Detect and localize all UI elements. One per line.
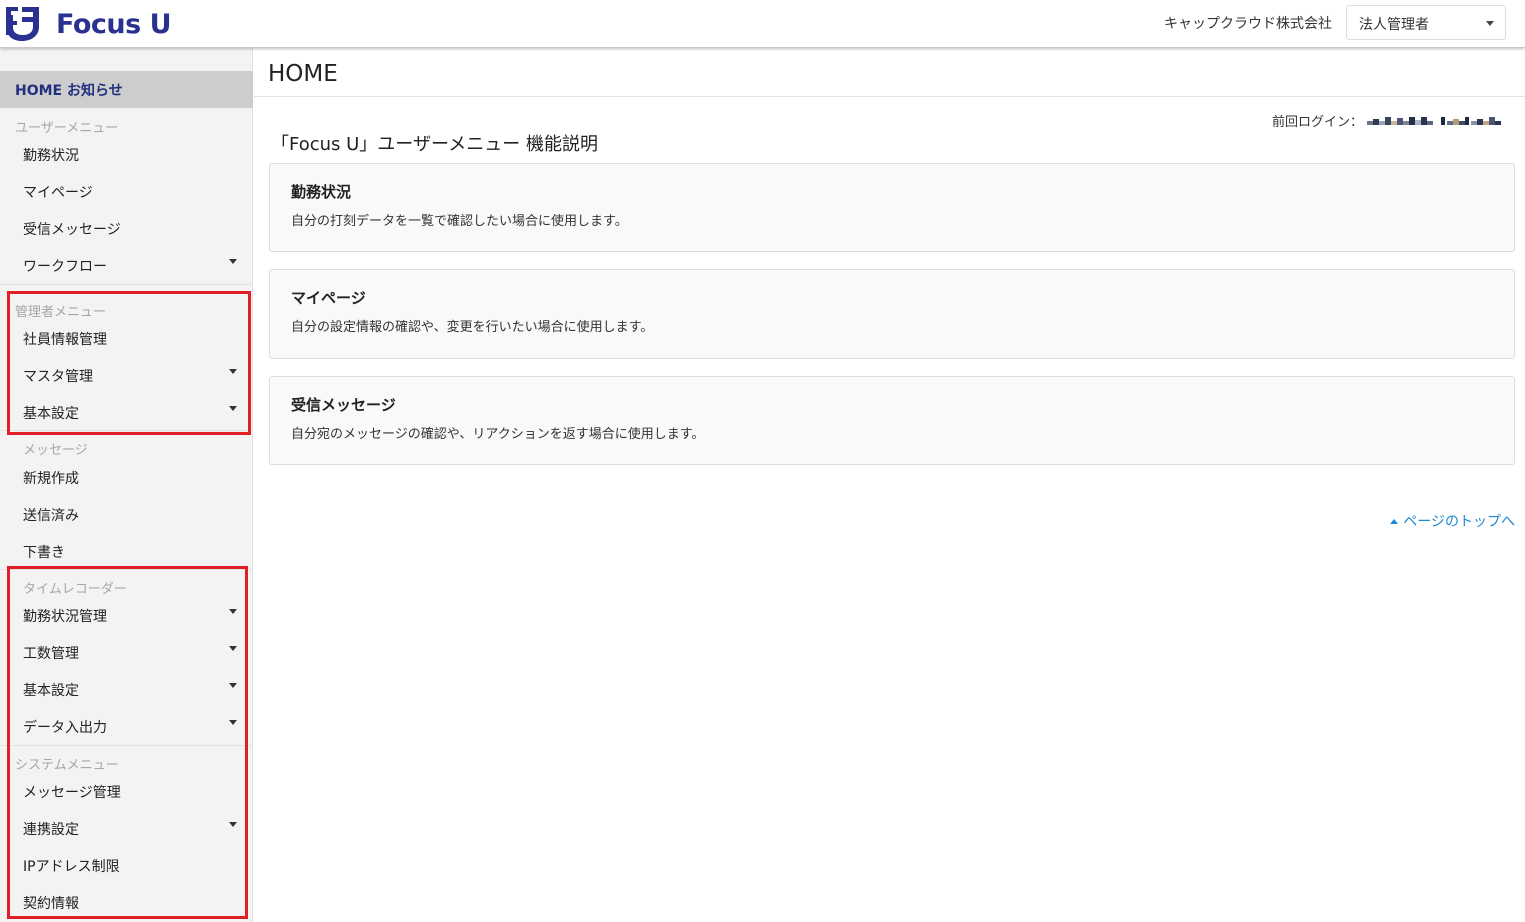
sidebar-item-new-message[interactable]: 新規作成 — [0, 458, 253, 495]
sidebar-item-label: 送信済み — [23, 508, 79, 524]
card-title: 勤務状況 — [291, 183, 352, 201]
time-system-menu-highlight-box — [7, 566, 248, 919]
last-login: 前回ログイン： — [1272, 111, 1513, 130]
card-title: マイページ — [291, 289, 366, 307]
sidebar-item-home[interactable]: HOME お知らせ — [0, 71, 253, 108]
section-title: 「Focus U」ユーザーメニュー 機能説明 — [271, 134, 598, 155]
sidebar-item-label: ワークフロー — [23, 259, 107, 275]
feature-card-work-status: 勤務状況 自分の打刻データを一覧で確認したい場合に使用します。 — [269, 163, 1515, 252]
company-name: キャップクラウド株式会社 — [1164, 16, 1332, 32]
dropdown-caret-icon — [229, 259, 237, 264]
focus-u-logo[interactable]: Focus U — [4, 4, 172, 44]
card-description: 自分の打刻データを一覧で確認したい場合に使用します。 — [291, 214, 628, 229]
sidebar-item-inbox[interactable]: 受信メッセージ — [0, 209, 253, 246]
role-select-value: 法人管理者 — [1359, 17, 1429, 33]
last-login-label: 前回ログイン： — [1271, 115, 1363, 130]
sidebar-item-label: 勤務状況 — [23, 148, 79, 164]
feature-card-inbox: 受信メッセージ 自分宛のメッセージの確認や、リアクションを返す場合に使用します。 — [269, 376, 1515, 465]
sidebar-heading-user-menu: ユーザーメニュー — [15, 121, 119, 136]
triangle-up-icon — [1390, 518, 1399, 524]
redacted-timestamp-icon — [1367, 116, 1501, 125]
sidebar-divider — [0, 284, 253, 285]
page-title: HOME — [268, 61, 338, 87]
sidebar-item-my-page[interactable]: マイページ — [0, 172, 253, 209]
sidebar-item-label: 下書き — [23, 545, 65, 561]
role-select[interactable]: 法人管理者 — [1346, 5, 1506, 40]
back-to-top-label: ページのトップへ — [1403, 514, 1515, 530]
sidebar-item-sent[interactable]: 送信済み — [0, 495, 253, 532]
sidebar-item-workflow[interactable]: ワークフロー — [0, 246, 253, 283]
sidebar-item-drafts[interactable]: 下書き — [0, 532, 253, 569]
sidebar-item-label: 受信メッセージ — [23, 222, 121, 238]
sidebar-heading-messages: メッセージ — [23, 443, 88, 458]
admin-menu-highlight-box — [7, 291, 251, 435]
sidebar-item-label: マイページ — [23, 185, 93, 201]
feature-card-my-page: マイページ 自分の設定情報の確認や、変更を行いたい場合に使用します。 — [269, 269, 1515, 359]
sidebar-item-label: 新規作成 — [23, 471, 79, 487]
sidebar-item-work-status[interactable]: 勤務状況 — [0, 135, 253, 172]
card-description: 自分の設定情報の確認や、変更を行いたい場合に使用します。 — [291, 320, 654, 335]
top-header: Focus U キャップクラウド株式会社 法人管理者 — [0, 0, 1525, 48]
brand-name: Focus U — [56, 8, 172, 40]
card-title: 受信メッセージ — [291, 396, 396, 414]
focus-u-logo-icon — [6, 7, 39, 41]
caret-down-icon — [1486, 21, 1494, 26]
card-description: 自分宛のメッセージの確認や、リアクションを返す場合に使用します。 — [291, 427, 705, 442]
back-to-top-link[interactable]: ページのトップへ — [1390, 511, 1515, 531]
title-divider — [254, 96, 1525, 97]
